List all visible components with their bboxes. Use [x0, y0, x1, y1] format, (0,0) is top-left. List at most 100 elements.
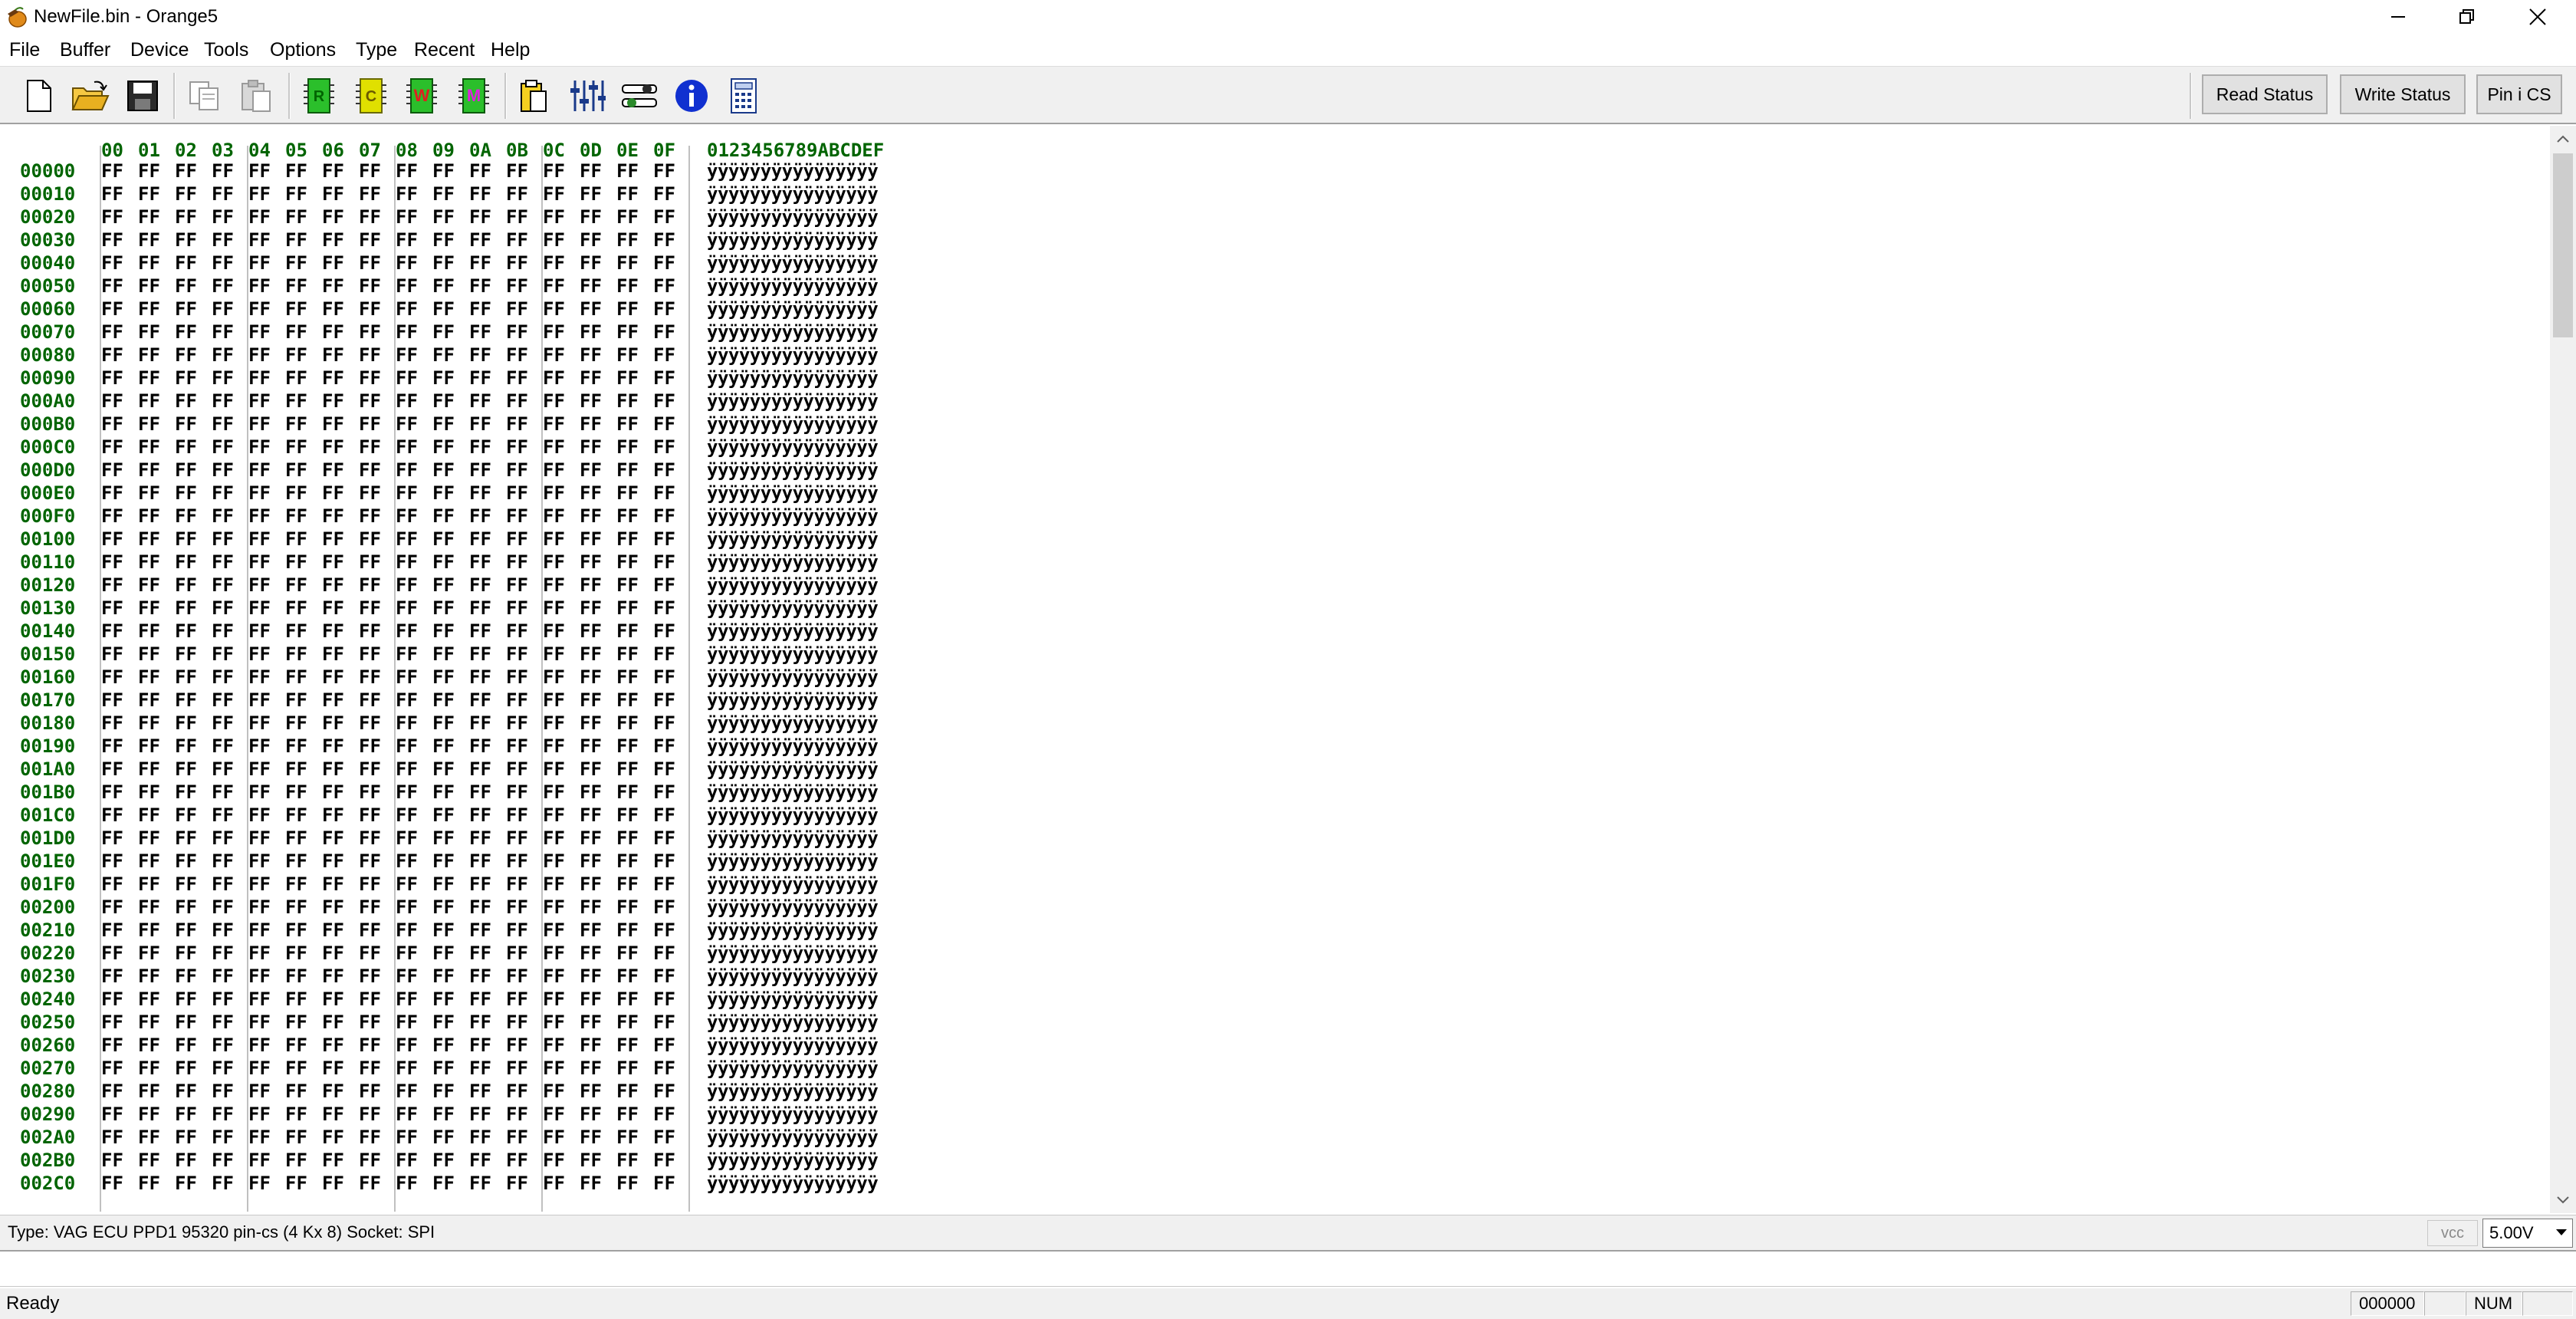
- hex-byte-cell[interactable]: FF: [322, 482, 344, 505]
- hex-byte-cell[interactable]: FF: [138, 896, 160, 919]
- hex-byte-cell[interactable]: FF: [469, 436, 491, 459]
- hex-byte-cell[interactable]: FF: [580, 873, 602, 896]
- hex-byte-cell[interactable]: FF: [285, 229, 307, 252]
- hex-byte-cell[interactable]: FF: [432, 1011, 455, 1034]
- hex-byte-cell[interactable]: FF: [653, 942, 675, 965]
- menu-recent[interactable]: Recent: [406, 34, 482, 66]
- calculator-button[interactable]: [721, 73, 767, 119]
- hex-byte-cell[interactable]: FF: [248, 413, 271, 436]
- ascii-row-text[interactable]: ÿÿÿÿÿÿÿÿÿÿÿÿÿÿÿÿ: [707, 666, 879, 689]
- hex-byte-cell[interactable]: FF: [212, 850, 234, 873]
- hex-byte-cell[interactable]: FF: [138, 781, 160, 804]
- hex-byte-cell[interactable]: FF: [175, 160, 197, 183]
- hex-byte-cell[interactable]: FF: [543, 229, 565, 252]
- hex-byte-cell[interactable]: FF: [175, 390, 197, 413]
- hex-byte-cell[interactable]: FF: [580, 206, 602, 229]
- hex-byte-cell[interactable]: FF: [248, 666, 271, 689]
- hex-byte-cell[interactable]: FF: [101, 252, 123, 275]
- hex-byte-cell[interactable]: FF: [322, 712, 344, 735]
- close-button[interactable]: [2502, 0, 2573, 34]
- hex-byte-cell[interactable]: FF: [543, 942, 565, 965]
- hex-byte-cell[interactable]: FF: [212, 229, 234, 252]
- hex-byte-cell[interactable]: FF: [616, 689, 639, 712]
- hex-byte-cell[interactable]: FF: [285, 344, 307, 367]
- hex-byte-cell[interactable]: FF: [396, 367, 418, 390]
- hex-byte-cell[interactable]: FF: [101, 1103, 123, 1126]
- hex-byte-cell[interactable]: FF: [322, 1172, 344, 1195]
- hex-byte-cell[interactable]: FF: [432, 321, 455, 344]
- hex-byte-cell[interactable]: FF: [543, 413, 565, 436]
- read-device-button[interactable]: R: [296, 73, 342, 119]
- hex-byte-cell[interactable]: FF: [580, 160, 602, 183]
- hex-byte-cell[interactable]: FF: [138, 528, 160, 551]
- hex-byte-cell[interactable]: FF: [543, 528, 565, 551]
- hex-byte-cell[interactable]: FF: [506, 505, 528, 528]
- hex-byte-cell[interactable]: FF: [580, 758, 602, 781]
- hex-byte-cell[interactable]: FF: [212, 620, 234, 643]
- hex-byte-cell[interactable]: FF: [359, 160, 381, 183]
- hex-byte-cell[interactable]: FF: [138, 873, 160, 896]
- hex-byte-cell[interactable]: FF: [543, 873, 565, 896]
- hex-byte-cell[interactable]: FF: [285, 1149, 307, 1172]
- scrollbar-thumb[interactable]: [2553, 153, 2573, 337]
- hex-byte-cell[interactable]: FF: [506, 436, 528, 459]
- hex-byte-cell[interactable]: FF: [506, 919, 528, 942]
- vertical-scrollbar[interactable]: [2550, 126, 2576, 1213]
- hex-byte-cell[interactable]: FF: [322, 528, 344, 551]
- hex-byte-cell[interactable]: FF: [248, 1057, 271, 1080]
- hex-byte-cell[interactable]: FF: [653, 505, 675, 528]
- hex-byte-cell[interactable]: FF: [396, 712, 418, 735]
- hex-byte-cell[interactable]: FF: [248, 1011, 271, 1034]
- hex-byte-cell[interactable]: FF: [432, 666, 455, 689]
- hex-byte-cell[interactable]: FF: [212, 367, 234, 390]
- hex-byte-cell[interactable]: FF: [616, 344, 639, 367]
- hex-byte-cell[interactable]: FF: [212, 551, 234, 574]
- hex-byte-cell[interactable]: FF: [580, 735, 602, 758]
- hex-byte-cell[interactable]: FF: [175, 597, 197, 620]
- hex-byte-cell[interactable]: FF: [616, 252, 639, 275]
- hex-byte-cell[interactable]: FF: [175, 1011, 197, 1034]
- hex-byte-cell[interactable]: FF: [580, 620, 602, 643]
- hex-byte-cell[interactable]: FF: [432, 689, 455, 712]
- hex-byte-cell[interactable]: FF: [653, 1034, 675, 1057]
- hex-byte-cell[interactable]: FF: [616, 390, 639, 413]
- hex-byte-cell[interactable]: FF: [248, 942, 271, 965]
- hex-byte-cell[interactable]: FF: [469, 528, 491, 551]
- menu-tools[interactable]: Tools: [196, 34, 256, 66]
- ascii-row-text[interactable]: ÿÿÿÿÿÿÿÿÿÿÿÿÿÿÿÿ: [707, 1011, 879, 1034]
- hex-byte-cell[interactable]: FF: [175, 183, 197, 206]
- hex-byte-cell[interactable]: FF: [285, 1011, 307, 1034]
- hex-byte-cell[interactable]: FF: [396, 1057, 418, 1080]
- hex-byte-cell[interactable]: FF: [101, 344, 123, 367]
- hex-byte-cell[interactable]: FF: [285, 1057, 307, 1080]
- hex-byte-cell[interactable]: FF: [469, 735, 491, 758]
- hex-byte-cell[interactable]: FF: [359, 1126, 381, 1149]
- hex-byte-cell[interactable]: FF: [469, 298, 491, 321]
- hex-byte-cell[interactable]: FF: [359, 551, 381, 574]
- hex-byte-cell[interactable]: FF: [138, 643, 160, 666]
- hex-byte-cell[interactable]: FF: [285, 1126, 307, 1149]
- hex-byte-cell[interactable]: FF: [322, 321, 344, 344]
- hex-byte-cell[interactable]: FF: [212, 597, 234, 620]
- hex-byte-cell[interactable]: FF: [359, 965, 381, 988]
- hex-byte-cell[interactable]: FF: [175, 988, 197, 1011]
- hex-byte-cell[interactable]: FF: [616, 160, 639, 183]
- hex-byte-cell[interactable]: FF: [359, 643, 381, 666]
- ascii-row-text[interactable]: ÿÿÿÿÿÿÿÿÿÿÿÿÿÿÿÿ: [707, 459, 879, 482]
- hex-byte-cell[interactable]: FF: [285, 1103, 307, 1126]
- hex-byte-cell[interactable]: FF: [248, 367, 271, 390]
- hex-byte-cell[interactable]: FF: [138, 1057, 160, 1080]
- hex-byte-cell[interactable]: FF: [175, 413, 197, 436]
- vcc-button[interactable]: vcc: [2427, 1220, 2478, 1246]
- hex-byte-cell[interactable]: FF: [653, 229, 675, 252]
- hex-byte-cell[interactable]: FF: [101, 873, 123, 896]
- menu-file[interactable]: File: [2, 34, 48, 66]
- hex-byte-cell[interactable]: FF: [359, 252, 381, 275]
- hex-byte-cell[interactable]: FF: [432, 804, 455, 827]
- hex-byte-cell[interactable]: FF: [580, 229, 602, 252]
- hex-byte-cell[interactable]: FF: [248, 229, 271, 252]
- hex-byte-cell[interactable]: FF: [138, 1034, 160, 1057]
- hex-byte-cell[interactable]: FF: [506, 574, 528, 597]
- hex-byte-cell[interactable]: FF: [543, 344, 565, 367]
- hex-byte-cell[interactable]: FF: [248, 321, 271, 344]
